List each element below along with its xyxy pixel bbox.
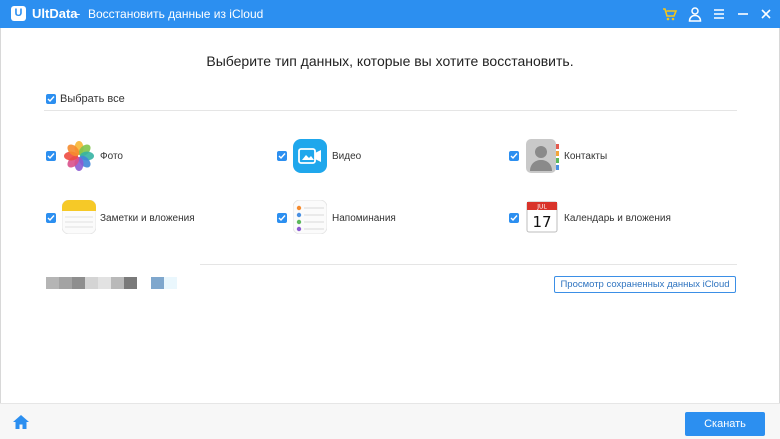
photos-icon	[62, 139, 96, 173]
calendar-checkbox[interactable]	[509, 213, 519, 223]
divider-bottom	[200, 264, 737, 265]
page-headline: Выберите тип данных, которые вы хотите в…	[206, 53, 574, 69]
contacts-label: Контакты	[564, 151, 608, 162]
view-saved-icloud-button[interactable]: Просмотр сохраненных данных iCloud	[554, 276, 736, 293]
app-logo-icon: U	[11, 6, 26, 21]
select-all-checkbox[interactable]	[46, 94, 56, 104]
notes-label: Заметки и вложения	[100, 213, 195, 224]
contacts-checkbox[interactable]	[509, 151, 519, 161]
photos-label: Фото	[100, 151, 123, 162]
video-label: Видео	[332, 151, 362, 162]
title-separator: -	[76, 6, 81, 21]
home-icon[interactable]	[12, 414, 30, 430]
app-name: UltData	[32, 6, 78, 21]
bottom-bar: Сканать	[0, 403, 780, 439]
contacts-icon	[525, 139, 559, 173]
video-icon	[293, 139, 327, 173]
calendar-icon: JUL 17	[525, 200, 559, 234]
calendar-label: Календарь и вложения	[564, 213, 671, 224]
notes-checkbox[interactable]	[46, 213, 56, 223]
select-all-label: Выбрать все	[60, 93, 125, 105]
calendar-month: JUL	[536, 204, 547, 211]
redacted-block	[46, 277, 177, 289]
video-checkbox[interactable]	[277, 151, 287, 161]
user-icon[interactable]	[687, 6, 703, 22]
reminders-label: Напоминания	[332, 213, 396, 224]
scan-button[interactable]: Сканать	[685, 412, 765, 436]
window-border-left	[0, 28, 1, 403]
notes-icon	[61, 199, 97, 235]
reminders-checkbox[interactable]	[277, 213, 287, 223]
divider-top	[44, 110, 737, 111]
close-icon[interactable]	[758, 6, 774, 22]
title-bar: U UltData - Восстановить данные из iClou…	[0, 0, 780, 28]
menu-icon[interactable]	[711, 6, 727, 22]
minimize-icon[interactable]	[735, 6, 751, 22]
photos-checkbox[interactable]	[46, 151, 56, 161]
window-title: Восстановить данные из iCloud	[88, 7, 264, 21]
reminders-icon	[292, 199, 328, 235]
cart-icon[interactable]	[662, 6, 678, 22]
calendar-day: 17	[532, 213, 551, 231]
